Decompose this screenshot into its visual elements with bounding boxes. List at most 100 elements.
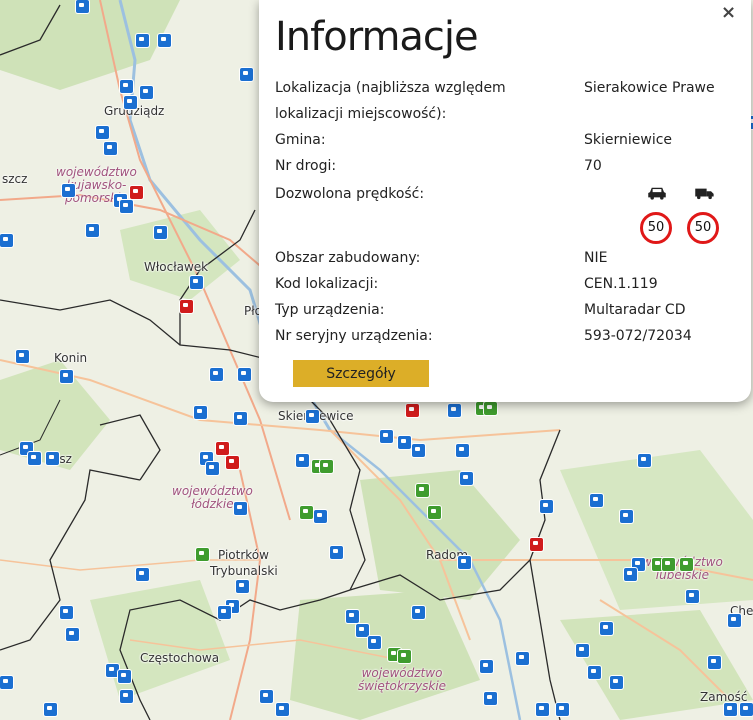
camera-marker[interactable] — [530, 538, 543, 551]
camera-marker[interactable] — [44, 703, 57, 716]
camera-marker[interactable] — [484, 692, 497, 705]
info-label: Typ urządzenia: — [275, 302, 385, 318]
info-label: Dozwolona prędkość: — [275, 186, 425, 202]
camera-marker[interactable] — [76, 0, 89, 13]
camera-marker[interactable] — [330, 546, 343, 559]
camera-marker[interactable] — [398, 436, 411, 449]
camera-marker[interactable] — [398, 650, 411, 663]
camera-marker[interactable] — [412, 444, 425, 457]
camera-marker[interactable] — [120, 690, 133, 703]
info-label: Kod lokalizacji: — [275, 276, 379, 292]
camera-marker[interactable] — [406, 404, 419, 417]
camera-marker[interactable] — [724, 703, 737, 716]
camera-marker[interactable] — [484, 402, 497, 415]
camera-marker[interactable] — [124, 96, 137, 109]
place-label: Piotrków — [218, 548, 269, 562]
camera-marker[interactable] — [216, 442, 229, 455]
camera-marker[interactable] — [206, 462, 219, 475]
camera-marker[interactable] — [234, 502, 247, 515]
camera-marker[interactable] — [456, 444, 469, 457]
camera-marker[interactable] — [86, 224, 99, 237]
camera-marker[interactable] — [590, 494, 603, 507]
camera-marker[interactable] — [158, 34, 171, 47]
camera-marker[interactable] — [314, 510, 327, 523]
camera-marker[interactable] — [480, 660, 493, 673]
camera-marker[interactable] — [120, 80, 133, 93]
camera-marker[interactable] — [638, 454, 651, 467]
camera-marker[interactable] — [16, 350, 29, 363]
place-label: Zamość — [700, 690, 748, 704]
camera-marker[interactable] — [130, 186, 143, 199]
camera-marker[interactable] — [412, 606, 425, 619]
camera-marker[interactable] — [210, 368, 223, 381]
camera-marker[interactable] — [96, 126, 109, 139]
camera-marker[interactable] — [0, 676, 13, 689]
camera-marker[interactable] — [46, 452, 59, 465]
camera-marker[interactable] — [226, 456, 239, 469]
camera-marker[interactable] — [118, 670, 131, 683]
camera-marker[interactable] — [588, 666, 601, 679]
camera-marker[interactable] — [356, 624, 369, 637]
camera-marker[interactable] — [236, 580, 249, 593]
camera-marker[interactable] — [416, 484, 429, 497]
camera-marker[interactable] — [140, 86, 153, 99]
camera-marker[interactable] — [680, 558, 693, 571]
camera-marker[interactable] — [610, 676, 623, 689]
camera-marker[interactable] — [194, 406, 207, 419]
camera-marker[interactable] — [240, 68, 253, 81]
info-popup: × Informacje Lokalizacja (najbliższa wzg… — [259, 0, 751, 402]
camera-marker[interactable] — [306, 410, 319, 423]
camera-marker[interactable] — [296, 454, 309, 467]
camera-marker[interactable] — [60, 370, 73, 383]
camera-marker[interactable] — [458, 556, 471, 569]
camera-marker[interactable] — [276, 703, 289, 716]
camera-marker[interactable] — [346, 610, 359, 623]
camera-marker[interactable] — [300, 506, 313, 519]
place-label: Częstochowa — [140, 651, 220, 665]
camera-marker[interactable] — [624, 568, 637, 581]
info-label: Obszar zabudowany: — [275, 250, 421, 266]
camera-marker[interactable] — [740, 703, 753, 716]
camera-marker[interactable] — [620, 510, 633, 523]
info-value: Multaradar CD — [584, 302, 686, 318]
camera-marker[interactable] — [260, 690, 273, 703]
camera-marker[interactable] — [234, 412, 247, 425]
camera-marker[interactable] — [136, 568, 149, 581]
camera-marker[interactable] — [600, 622, 613, 635]
camera-marker[interactable] — [238, 368, 251, 381]
camera-marker[interactable] — [190, 276, 203, 289]
camera-marker[interactable] — [662, 558, 675, 571]
camera-marker[interactable] — [60, 606, 73, 619]
close-icon[interactable]: × — [721, 2, 736, 23]
camera-marker[interactable] — [556, 703, 569, 716]
camera-marker[interactable] — [28, 452, 41, 465]
camera-marker[interactable] — [320, 460, 333, 473]
camera-marker[interactable] — [62, 184, 75, 197]
camera-marker[interactable] — [66, 628, 79, 641]
camera-marker[interactable] — [120, 200, 133, 213]
camera-marker[interactable] — [154, 226, 167, 239]
camera-marker[interactable] — [728, 614, 741, 627]
info-value: 593-072/72034 — [584, 328, 692, 344]
camera-marker[interactable] — [380, 430, 393, 443]
info-value: NIE — [584, 250, 608, 266]
camera-marker[interactable] — [368, 636, 381, 649]
camera-marker[interactable] — [0, 234, 13, 247]
camera-marker[interactable] — [516, 652, 529, 665]
camera-marker[interactable] — [218, 606, 231, 619]
place-label: Włocławek — [144, 260, 209, 274]
camera-marker[interactable] — [448, 404, 461, 417]
camera-marker[interactable] — [196, 548, 209, 561]
camera-marker[interactable] — [708, 656, 721, 669]
camera-marker[interactable] — [180, 300, 193, 313]
camera-marker[interactable] — [576, 644, 589, 657]
details-button[interactable]: Szczegóły — [293, 360, 429, 387]
camera-marker[interactable] — [540, 500, 553, 513]
camera-marker[interactable] — [536, 703, 549, 716]
camera-marker[interactable] — [104, 142, 117, 155]
camera-marker[interactable] — [136, 34, 149, 47]
camera-marker[interactable] — [686, 590, 699, 603]
speed-limit-sign-car: 50 — [640, 212, 672, 244]
camera-marker[interactable] — [428, 506, 441, 519]
camera-marker[interactable] — [460, 472, 473, 485]
